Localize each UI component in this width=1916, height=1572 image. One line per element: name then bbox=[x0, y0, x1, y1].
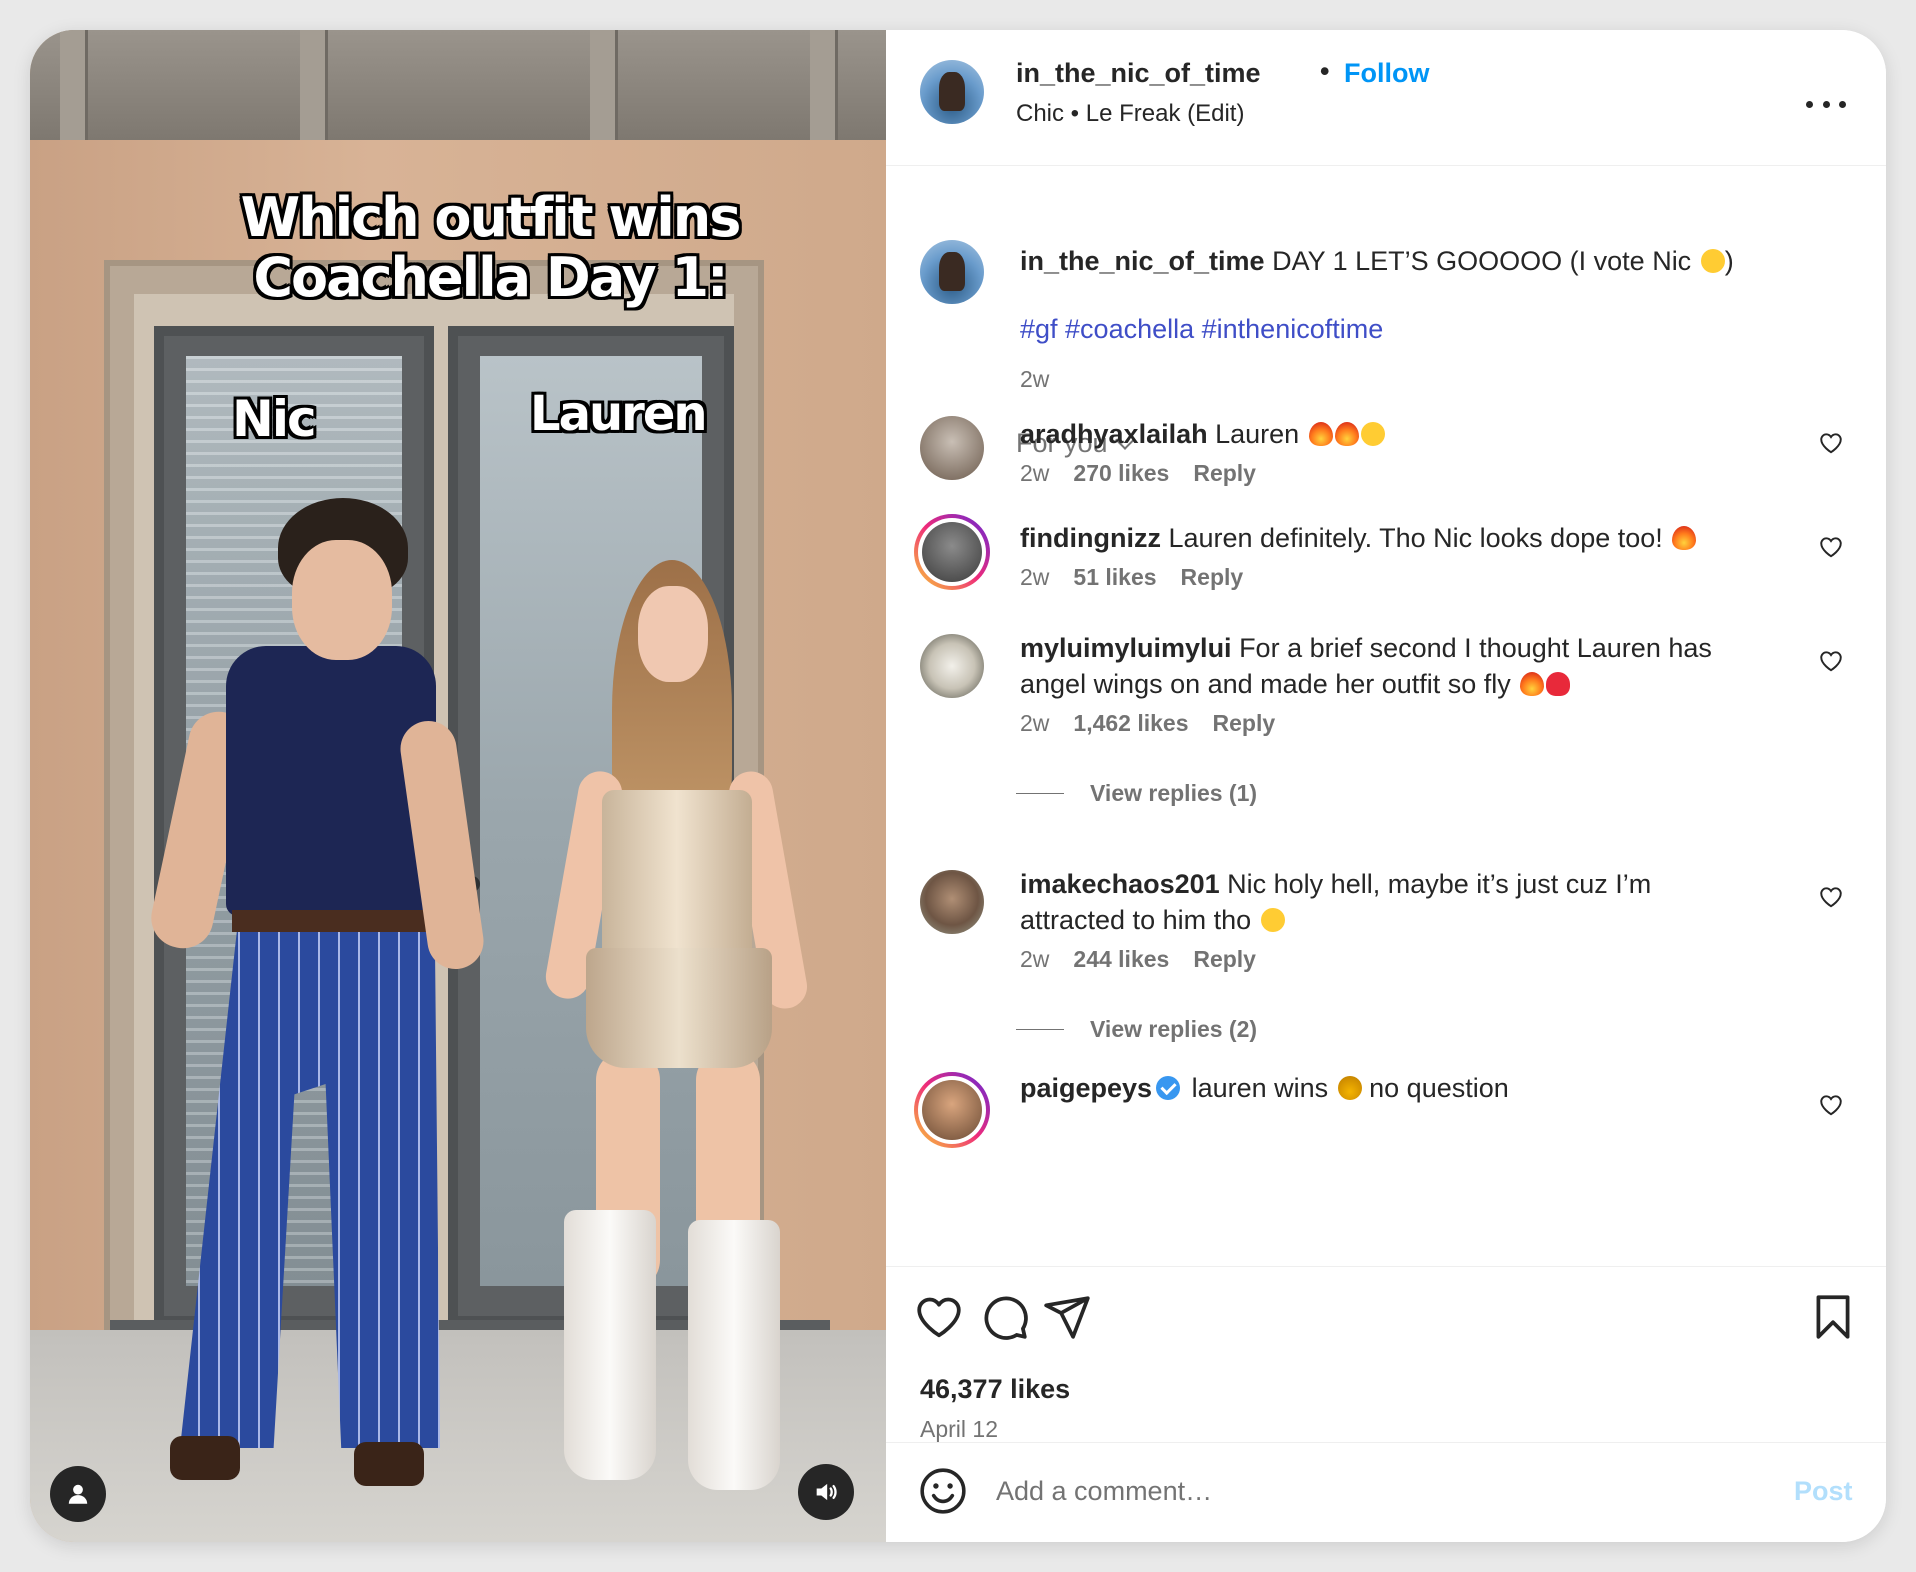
fire-emoji-icon bbox=[1308, 422, 1333, 446]
post-modal: Which outfit wins Coachella Day 1: Nic L… bbox=[30, 30, 1886, 1542]
comment-likes[interactable]: 51 likes bbox=[1073, 564, 1156, 591]
commenter-avatar[interactable] bbox=[920, 634, 984, 698]
red-heart-emoji-icon bbox=[1546, 672, 1571, 696]
caption-hashtags[interactable]: #gf #coachella #inthenicoftime bbox=[1020, 314, 1383, 345]
comments-feed[interactable]: in_the_nic_of_time DAY 1 LET’S GOOOOO (I… bbox=[886, 166, 1886, 1266]
commenter-avatar[interactable] bbox=[914, 514, 990, 590]
reply-button[interactable]: Reply bbox=[1213, 710, 1276, 737]
reply-button[interactable]: Reply bbox=[1193, 946, 1256, 973]
comment-bar-divider bbox=[886, 1442, 1886, 1443]
hushed-face-emoji-icon bbox=[1700, 249, 1725, 273]
user-icon bbox=[68, 1484, 88, 1504]
commenter-username[interactable]: findingnizz bbox=[1020, 523, 1161, 553]
video-label-left: Nic bbox=[232, 390, 317, 448]
post-details-panel: in_the_nic_of_time • Follow Chic • Le Fr… bbox=[886, 30, 1886, 1542]
more-options-icon[interactable] bbox=[1806, 94, 1846, 114]
reply-button[interactable]: Reply bbox=[1193, 460, 1256, 487]
commenter-username[interactable]: imakechaos201 bbox=[1020, 869, 1220, 899]
caption-text: DAY 1 LET’S GOOOOO (I vote Nic bbox=[1264, 246, 1699, 276]
fire-emoji-icon bbox=[1672, 526, 1697, 550]
post-video[interactable]: Which outfit wins Coachella Day 1: Nic L… bbox=[30, 30, 886, 1542]
comment-likes[interactable]: 1,462 likes bbox=[1073, 710, 1188, 737]
comment-text: paigepeys lauren wins no question bbox=[1020, 1073, 1509, 1103]
bookmark-icon[interactable] bbox=[1808, 1292, 1858, 1342]
gold-medal-emoji-icon bbox=[1337, 1076, 1362, 1100]
post-comment-button[interactable]: Post bbox=[1794, 1476, 1853, 1507]
comment-meta: 2w 244 likes Reply bbox=[1020, 946, 1256, 973]
emoji-smiley-icon[interactable] bbox=[918, 1466, 968, 1516]
comment-text: myluimyluimylui For a brief second I tho… bbox=[1020, 633, 1712, 699]
commenter-username[interactable]: paigepeys bbox=[1020, 1073, 1152, 1103]
comment-like-heart-icon[interactable] bbox=[1818, 1092, 1844, 1118]
view-replies-button[interactable]: View replies (2) bbox=[1016, 1016, 1257, 1043]
verified-badge-icon bbox=[1156, 1076, 1181, 1100]
comment-like-heart-icon[interactable] bbox=[1818, 648, 1844, 674]
loudly-crying-emoji-icon bbox=[1260, 908, 1285, 932]
author-username[interactable]: in_the_nic_of_time bbox=[1016, 58, 1261, 89]
caption-author-avatar[interactable] bbox=[920, 240, 984, 304]
comment-meta: 2w 1,462 likes Reply bbox=[1020, 710, 1276, 737]
post-date[interactable]: April 12 bbox=[920, 1416, 998, 1443]
comment-like-heart-icon[interactable] bbox=[1818, 430, 1844, 456]
comment-like-heart-icon[interactable] bbox=[1818, 534, 1844, 560]
header-separator: • bbox=[1320, 56, 1330, 86]
speaker-icon bbox=[816, 1483, 837, 1501]
comment-input[interactable] bbox=[996, 1468, 1696, 1514]
caption-username[interactable]: in_the_nic_of_time bbox=[1020, 246, 1265, 276]
share-send-icon[interactable] bbox=[1042, 1292, 1092, 1342]
commenter-username[interactable]: aradhyaxlailah bbox=[1020, 419, 1208, 449]
comment-meta: 2w 270 likes Reply bbox=[1020, 460, 1256, 487]
commenter-avatar[interactable] bbox=[920, 870, 984, 934]
comment-bubble-icon[interactable] bbox=[980, 1292, 1030, 1342]
tagged-users-button[interactable] bbox=[50, 1466, 106, 1522]
comment-meta: 2w 51 likes Reply bbox=[1020, 564, 1244, 591]
commenter-avatar[interactable] bbox=[914, 1072, 990, 1148]
roof-eave bbox=[30, 30, 886, 140]
video-label-right: Lauren bbox=[530, 386, 708, 442]
actions-divider bbox=[886, 1266, 1886, 1267]
video-overlay-title: Which outfit wins Coachella Day 1: bbox=[240, 186, 742, 309]
commenter-avatar[interactable] bbox=[920, 416, 984, 480]
audio-toggle-button[interactable] bbox=[798, 1464, 854, 1520]
caption-timestamp: 2w bbox=[1020, 366, 1050, 392]
audio-track-link[interactable]: Chic • Le Freak (Edit) bbox=[1016, 100, 1244, 128]
fire-emoji-icon bbox=[1334, 422, 1359, 446]
like-heart-icon[interactable] bbox=[914, 1292, 964, 1342]
commenter-username[interactable]: myluimyluimylui bbox=[1020, 633, 1232, 663]
add-comment-bar: Post bbox=[886, 1444, 1886, 1542]
comment-likes[interactable]: 270 likes bbox=[1073, 460, 1169, 487]
caption-text-end: ) bbox=[1724, 246, 1734, 276]
view-replies-button[interactable]: View replies (1) bbox=[1016, 780, 1257, 807]
reply-button[interactable]: Reply bbox=[1181, 564, 1244, 591]
post-header: in_the_nic_of_time • Follow Chic • Le Fr… bbox=[886, 30, 1886, 166]
author-avatar[interactable] bbox=[920, 60, 984, 124]
comment-likes[interactable]: 244 likes bbox=[1073, 946, 1169, 973]
comment-text: aradhyaxlailah Lauren bbox=[1020, 416, 1760, 452]
comment-text: findingnizz Lauren definitely. Tho Nic l… bbox=[1020, 520, 1760, 556]
comment-like-heart-icon[interactable] bbox=[1818, 884, 1844, 910]
fire-emoji-icon bbox=[1520, 672, 1545, 696]
caption: in_the_nic_of_time DAY 1 LET’S GOOOOO (I… bbox=[1020, 244, 1840, 278]
heart-eyes-emoji-icon bbox=[1360, 422, 1385, 446]
post-like-count[interactable]: 46,377 likes bbox=[920, 1374, 1070, 1405]
comment-text: imakechaos201 Nic holy hell, maybe it’s … bbox=[1020, 869, 1652, 935]
follow-button[interactable]: Follow bbox=[1344, 58, 1429, 89]
